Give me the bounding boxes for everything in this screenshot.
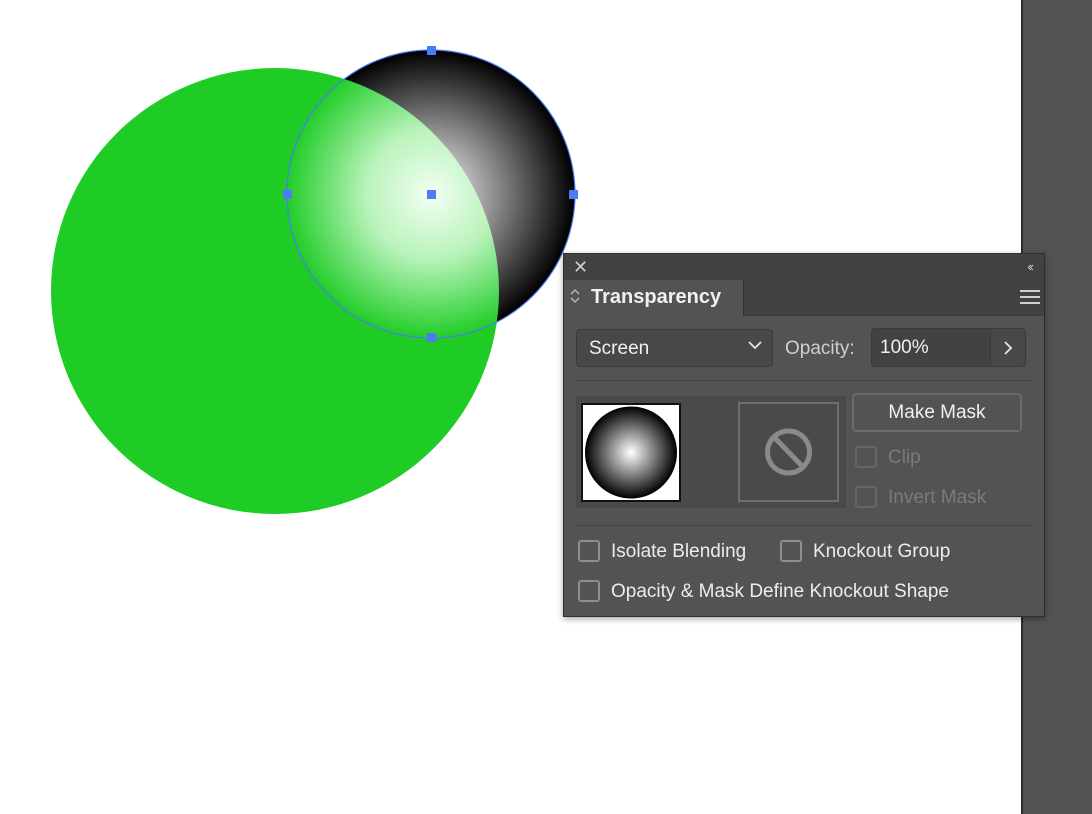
chevron-down-icon: [748, 341, 762, 350]
panel-titlebar[interactable]: ✕ ‹‹: [564, 254, 1044, 280]
isolate-blending-checkbox[interactable]: [578, 540, 600, 562]
tab-transparency[interactable]: Transparency: [564, 280, 744, 316]
anchor-point-bottom[interactable]: [427, 333, 436, 342]
opacity-input[interactable]: [871, 328, 991, 367]
divider: [576, 525, 1034, 526]
close-icon[interactable]: ✕: [573, 257, 588, 277]
make-mask-button[interactable]: Make Mask: [852, 393, 1022, 432]
no-mask-icon: [765, 428, 812, 476]
divider: [576, 380, 1034, 381]
object-thumbnail[interactable]: [581, 403, 681, 502]
transparency-panel: ✕ ‹‹ Transparency Screen Opacity: 100% M…: [563, 253, 1045, 617]
anchor-point-top[interactable]: [427, 46, 436, 55]
knockout-group-label: Knockout Group: [813, 541, 951, 562]
mask-thumbnail[interactable]: [738, 402, 839, 502]
opacity-slider-button[interactable]: [990, 328, 1026, 367]
chevron-right-icon: [1004, 341, 1013, 355]
anchor-point-right[interactable]: [569, 190, 578, 199]
panel-menu-icon[interactable]: [1020, 290, 1040, 306]
clip-label: Clip: [888, 447, 921, 468]
collapse-icon[interactable]: ‹‹: [1027, 257, 1034, 277]
center-point[interactable]: [427, 190, 436, 199]
clip-checkbox[interactable]: [855, 446, 877, 468]
opacity-label: Opacity:: [785, 338, 855, 359]
opacity-mask-knockout-checkbox[interactable]: [578, 580, 600, 602]
panel-title: Transparency: [591, 286, 722, 308]
anchor-point-left[interactable]: [283, 190, 292, 199]
blend-mode-dropdown[interactable]: Screen: [576, 329, 773, 367]
blend-mode-value: Screen: [589, 338, 650, 359]
isolate-blending-label: Isolate Blending: [611, 541, 747, 562]
invert-mask-label: Invert Mask: [888, 487, 987, 508]
opacity-mask-knockout-label: Opacity & Mask Define Knockout Shape: [611, 581, 949, 602]
knockout-group-checkbox[interactable]: [780, 540, 802, 562]
expand-arrows-icon[interactable]: [570, 288, 580, 306]
invert-mask-checkbox[interactable]: [855, 486, 877, 508]
panel-tab-row: Transparency: [564, 280, 1044, 316]
